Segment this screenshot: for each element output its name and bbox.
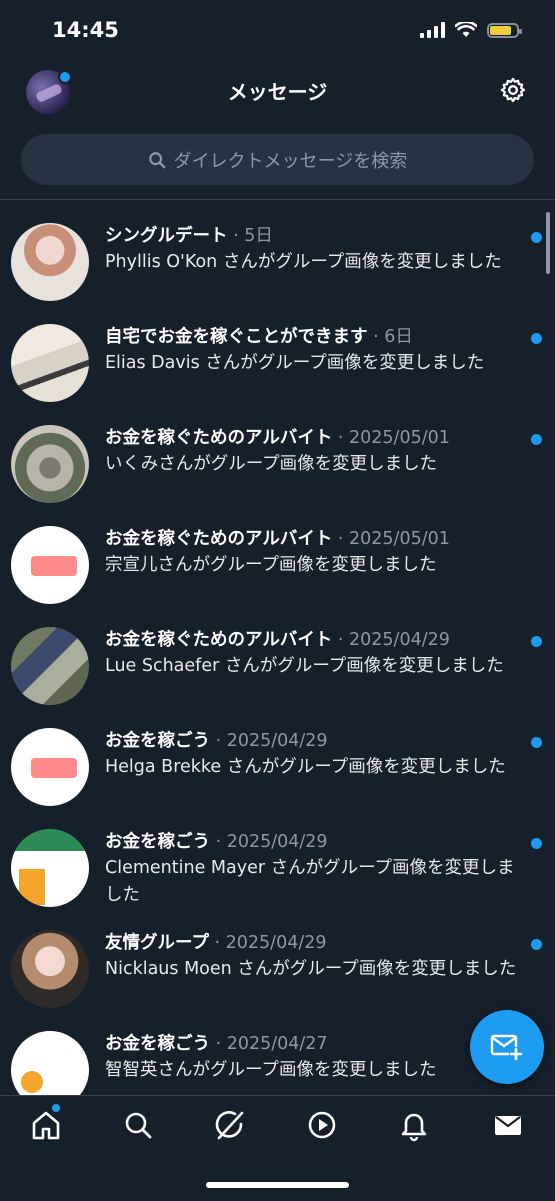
new-message-icon — [490, 1034, 523, 1061]
conversation-date: · 2025/05/01 — [332, 529, 450, 549]
group-avatar — [11, 324, 89, 402]
conversation-date: · 2025/04/29 — [210, 731, 328, 751]
scrollbar[interactable] — [546, 212, 550, 274]
search-bar[interactable]: ダイレクトメッセージを検索 — [21, 134, 534, 185]
conversation-preview: Lue Schaefer さんがグループ画像を変更しました — [105, 656, 504, 676]
group-avatar — [11, 526, 89, 604]
conversation-name: お金を稼ぐためのアルバイト — [105, 428, 333, 448]
new-message-button[interactable] — [470, 1010, 544, 1084]
conversation-name: 友情グループ — [105, 933, 209, 953]
conversation-date: · 2025/05/01 — [332, 428, 450, 448]
conversation-preview: Elias Davis さんがグループ画像を変更しました — [105, 353, 485, 373]
grok-icon[interactable] — [213, 1108, 247, 1142]
unread-dot — [531, 333, 542, 344]
battery-icon — [487, 22, 522, 38]
group-avatar — [11, 930, 89, 1008]
wifi-icon — [455, 22, 477, 37]
conversation-preview: Helga Brekke さんがグループ画像を変更しました — [105, 757, 506, 777]
cellular-signal-icon — [420, 22, 445, 38]
play-icon[interactable] — [305, 1108, 339, 1142]
home-indicator — [206, 1182, 349, 1188]
conversation-row[interactable]: お金を稼ごう · 2025/04/29 Helga Brekke さんがグループ… — [0, 711, 555, 812]
group-avatar — [11, 1031, 89, 1096]
conversation-preview: 智智英さんがグループ画像を変更しました — [105, 1060, 437, 1080]
search-placeholder: ダイレクトメッセージを検索 — [173, 150, 408, 172]
divider — [0, 199, 555, 200]
conversation-row[interactable]: 自宅でお金を稼ぐことができます · 6日 Elias Davis さんがグループ… — [0, 307, 555, 408]
conversation-row[interactable]: 友情グループ · 2025/04/29 Nicklaus Moen さんがグルー… — [0, 913, 555, 1014]
conversation-preview: 宗宣儿さんがグループ画像を変更しました — [105, 555, 437, 575]
status-time: 14:45 — [52, 18, 119, 42]
group-avatar — [11, 728, 89, 806]
conversation-date: · 5日 — [227, 226, 273, 246]
gear-icon[interactable] — [499, 76, 527, 104]
status-bar: 14:45 — [0, 0, 555, 64]
conversation-name: お金を稼ごう — [105, 1034, 210, 1054]
search-icon[interactable] — [121, 1108, 155, 1142]
conversation-row[interactable]: お金を稼ごう · 2025/04/29 Clementine Mayer さんが… — [0, 812, 555, 913]
group-avatar — [11, 627, 89, 705]
conversation-date: · 2025/04/27 — [210, 1034, 328, 1054]
conversation-date: · 2025/04/29 — [332, 630, 450, 650]
conversation-name: シングルデート — [105, 226, 228, 246]
group-avatar — [11, 425, 89, 503]
bell-icon[interactable] — [397, 1108, 431, 1142]
conversation-list: シングルデート · 5日 Phyllis O'Kon さんがグループ画像を変更し… — [0, 206, 555, 1096]
conversation-date: · 2025/04/29 — [210, 832, 328, 852]
conversation-preview: いくみさんがグループ画像を変更しました — [105, 454, 438, 474]
conversation-preview: Nicklaus Moen さんがグループ画像を変更しました — [105, 959, 517, 979]
search-icon — [148, 151, 166, 168]
home-notification-dot — [52, 1104, 60, 1112]
unread-dot — [531, 434, 542, 445]
unread-dot — [531, 838, 542, 849]
group-avatar — [11, 829, 89, 907]
conversation-row[interactable]: お金を稼ぐためのアルバイト · 2025/05/01 いくみさんがグループ画像を… — [0, 408, 555, 509]
conversation-name: お金を稼ごう — [105, 832, 210, 852]
conversation-row[interactable]: お金を稼ぐためのアルバイト · 2025/04/29 Lue Schaefer … — [0, 610, 555, 711]
unread-dot — [531, 232, 542, 243]
conversation-date: · 2025/04/29 — [208, 933, 327, 953]
unread-dot — [531, 939, 542, 950]
unread-dot — [531, 636, 542, 647]
mail-icon[interactable] — [491, 1108, 525, 1142]
home-icon[interactable] — [29, 1108, 63, 1142]
conversation-name: お金を稼ぐためのアルバイト — [105, 529, 333, 549]
conversation-date: · 6日 — [367, 327, 413, 347]
group-avatar — [11, 223, 89, 301]
unread-dot — [531, 737, 542, 748]
conversation-name: お金を稼ぐためのアルバイト — [105, 630, 333, 650]
status-icons — [420, 22, 522, 38]
conversation-name: 自宅でお金を稼ぐことができます — [105, 327, 368, 347]
conversation-preview: Clementine Mayer さんがグループ画像を変更しました — [105, 858, 515, 905]
header: メッセージ — [0, 64, 555, 124]
conversation-row[interactable]: お金を稼ぐためのアルバイト · 2025/05/01 宗宣儿さんがグループ画像を… — [0, 509, 555, 610]
conversation-name: お金を稼ごう — [105, 731, 210, 751]
conversation-row[interactable]: シングルデート · 5日 Phyllis O'Kon さんがグループ画像を変更し… — [0, 206, 555, 307]
page-title: メッセージ — [227, 80, 328, 104]
conversation-preview: Phyllis O'Kon さんがグループ画像を変更しました — [105, 252, 502, 272]
